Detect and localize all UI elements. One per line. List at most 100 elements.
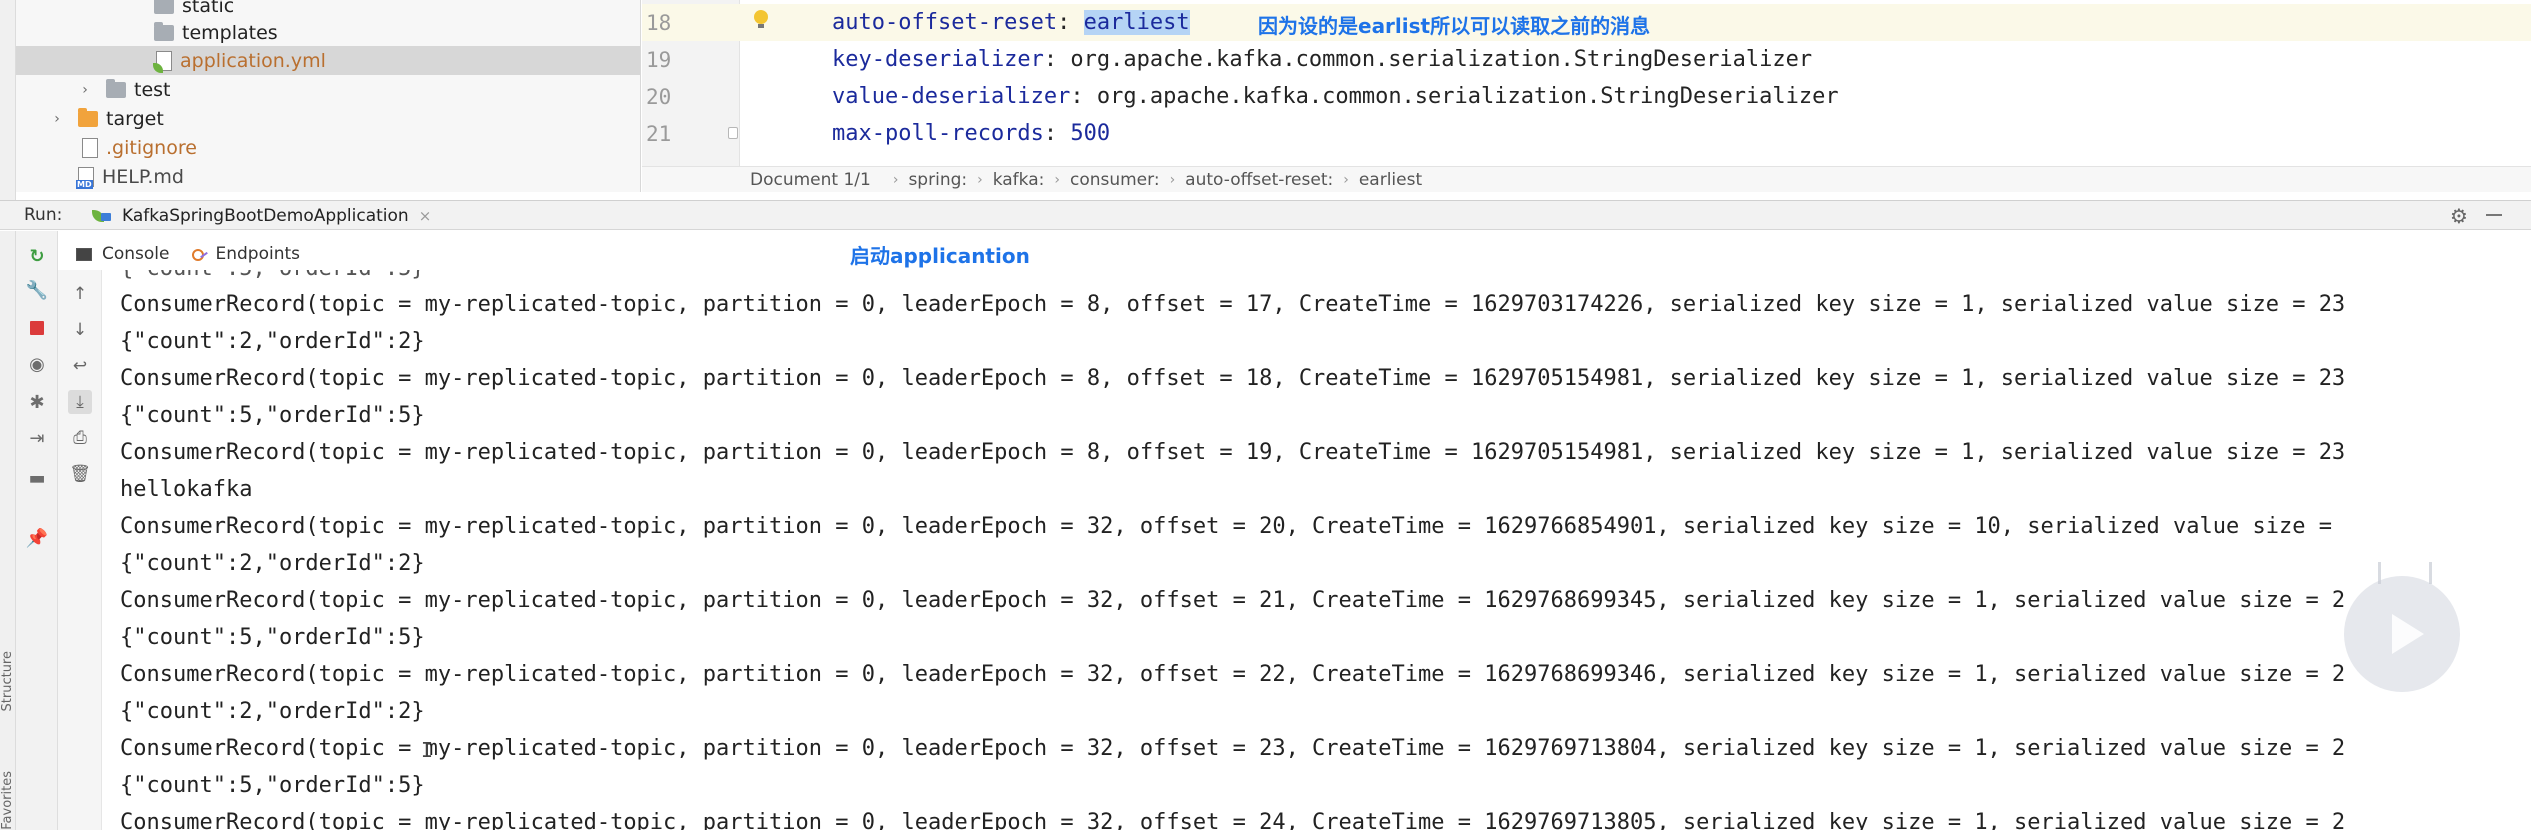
- text-cursor-icon: I: [421, 738, 434, 762]
- console-line: ConsumerRecord(topic = my-replicated-top…: [120, 366, 2346, 391]
- play-icon[interactable]: [2344, 576, 2460, 692]
- code-line[interactable]: 20 value-deserializer: org.apache.kafka.…: [642, 78, 2531, 115]
- pin-icon[interactable]: 📌: [26, 527, 48, 549]
- run-actions-toolbar: ↻ 🔧 ◉ ✱ ⇥ ▬ 📌: [16, 231, 58, 830]
- scroll-to-end-icon[interactable]: ⤓: [68, 390, 92, 414]
- tree-item-gitignore[interactable]: .gitignore: [16, 133, 640, 162]
- tree-item-label: HELP.md: [102, 165, 184, 188]
- breadcrumb-item[interactable]: auto-offset-reset:: [1185, 170, 1333, 190]
- endpoints-icon: [191, 246, 210, 262]
- stop-icon[interactable]: [26, 317, 48, 339]
- arrow-up-icon[interactable]: ↑: [68, 282, 92, 306]
- yaml-key: key-deserializer: [832, 47, 1044, 72]
- tree-item-help-md[interactable]: MD HELP.md: [16, 162, 640, 191]
- trash-icon[interactable]: 🗑: [68, 462, 92, 486]
- folder-icon: [78, 107, 98, 127]
- console-line-partial: {"count":5,"orderId":5}: [120, 270, 425, 287]
- console-line: ConsumerRecord(topic = my-replicated-top…: [120, 588, 2346, 613]
- tab-endpoints[interactable]: Endpoints: [191, 244, 301, 264]
- run-config-tab[interactable]: KafkaSpringBootDemoApplication ×: [86, 203, 441, 229]
- console-line: ConsumerRecord(topic = my-replicated-top…: [120, 662, 2346, 687]
- run-tab-label: KafkaSpringBootDemoApplication: [122, 206, 409, 226]
- spring-boot-icon: [92, 208, 114, 224]
- console-tabs: Console Endpoints 启动applicantion: [58, 240, 2531, 268]
- wrench-icon[interactable]: 🔧: [26, 279, 48, 301]
- tree-item-label: test: [134, 78, 171, 101]
- run-toolwindow-header: Run: KafkaSpringBootDemoApplication × ⚙: [0, 200, 2531, 230]
- minimize-icon[interactable]: [2486, 214, 2502, 216]
- console-line: {"count":2,"orderId":2}: [120, 551, 425, 576]
- markdown-file-icon: MD: [76, 166, 94, 189]
- chevron-right-icon[interactable]: ›: [48, 110, 66, 128]
- tree-item-label: templates: [182, 21, 278, 44]
- tab-console[interactable]: Console: [58, 244, 170, 264]
- line-number: 19: [646, 47, 672, 72]
- git-file-icon: [82, 137, 98, 158]
- yml-file-icon: [153, 50, 172, 73]
- project-tree: static templates application.yml › test …: [16, 0, 641, 192]
- chevron-right-icon[interactable]: ›: [76, 81, 94, 99]
- tree-item-templates[interactable]: templates: [16, 18, 640, 47]
- yaml-key: auto-offset-reset: [832, 10, 1058, 35]
- code-editor[interactable]: 18 auto-offset-reset: earliest 19 key-de…: [642, 0, 2531, 166]
- left-tool-strip: Structure Favorites: [0, 231, 16, 830]
- console-actions: ↑ ↓ ↩ ⤓ ⎙ 🗑: [58, 270, 102, 830]
- code-line[interactable]: 19 key-deserializer: org.apache.kafka.co…: [642, 41, 2531, 78]
- tree-item-label: target: [106, 107, 164, 130]
- breadcrumb-document[interactable]: Document 1/1: [750, 170, 871, 190]
- layout-icon[interactable]: ▬: [26, 467, 48, 489]
- folder-icon: [154, 21, 174, 41]
- console-line: {"count":2,"orderId":2}: [120, 699, 425, 724]
- console-line: hellokafka: [120, 477, 253, 502]
- tab-endpoints-label: Endpoints: [215, 244, 301, 264]
- rerun-icon[interactable]: ↻: [26, 245, 48, 267]
- console-line: ConsumerRecord(topic = my-replicated-top…: [120, 736, 2346, 761]
- line-number: 20: [646, 84, 672, 109]
- tree-item-application-yml[interactable]: application.yml: [16, 46, 640, 75]
- line-number: 21: [646, 121, 672, 146]
- fold-icon[interactable]: [728, 127, 738, 139]
- yaml-value: 500: [1070, 121, 1111, 146]
- yaml-value: org.apache.kafka.common.serialization.St…: [1070, 47, 1813, 72]
- left-tool-strip-top: [0, 0, 16, 200]
- tree-item-label: static: [182, 0, 235, 17]
- arrow-down-icon[interactable]: ↓: [68, 318, 92, 342]
- breadcrumb-item[interactable]: spring:: [908, 170, 967, 190]
- yaml-key: value-deserializer: [832, 84, 1071, 109]
- folder-icon: [106, 78, 126, 98]
- editor-annotation: 因为设的是earlist所以可以读取之前的消息: [1258, 14, 1651, 38]
- camera-icon[interactable]: ◉: [26, 353, 48, 375]
- console-line: {"count":5,"orderId":5}: [120, 773, 425, 798]
- console-icon: [76, 247, 92, 261]
- console-annotation: 启动applicantion: [850, 244, 1030, 268]
- exit-icon[interactable]: ⇥: [26, 427, 48, 449]
- breadcrumb-item[interactable]: earliest: [1359, 170, 1422, 190]
- console-line: {"count":5,"orderId":5}: [120, 403, 425, 428]
- line-number: 18: [646, 10, 672, 35]
- breadcrumb-item[interactable]: consumer:: [1070, 170, 1160, 190]
- gear-icon[interactable]: ⚙: [2448, 204, 2470, 228]
- console-line: {"count":2,"orderId":2}: [120, 329, 425, 354]
- tree-item-label: .gitignore: [106, 136, 197, 159]
- code-line[interactable]: 21 max-poll-records: 500: [642, 115, 2531, 152]
- soft-wrap-icon[interactable]: ↩: [68, 354, 92, 378]
- yaml-key: max-poll-records: [832, 121, 1044, 146]
- favorites-tab[interactable]: Favorites: [0, 771, 15, 830]
- folder-icon: [154, 0, 174, 14]
- console-line: ConsumerRecord(topic = my-replicated-top…: [120, 810, 2346, 830]
- structure-tab[interactable]: Structure: [0, 651, 15, 711]
- print-icon[interactable]: ⎙: [68, 426, 92, 450]
- breadcrumb-item[interactable]: kafka:: [993, 170, 1045, 190]
- lightbulb-icon[interactable]: [754, 10, 768, 28]
- console-line: ConsumerRecord(topic = my-replicated-top…: [120, 440, 2346, 465]
- debug-icon[interactable]: ✱: [26, 391, 48, 413]
- tree-item-test[interactable]: › test: [16, 75, 640, 104]
- console-output[interactable]: {"count":5,"orderId":5} ConsumerRecord(t…: [102, 270, 2531, 830]
- tree-item-label: application.yml: [180, 49, 326, 72]
- close-icon[interactable]: ×: [419, 207, 432, 225]
- run-label: Run:: [24, 205, 63, 225]
- tree-item-static[interactable]: static: [16, 0, 640, 20]
- top-area: static templates application.yml › test …: [0, 0, 2531, 200]
- tree-item-target[interactable]: › target: [16, 104, 640, 133]
- tab-console-label: Console: [102, 244, 170, 264]
